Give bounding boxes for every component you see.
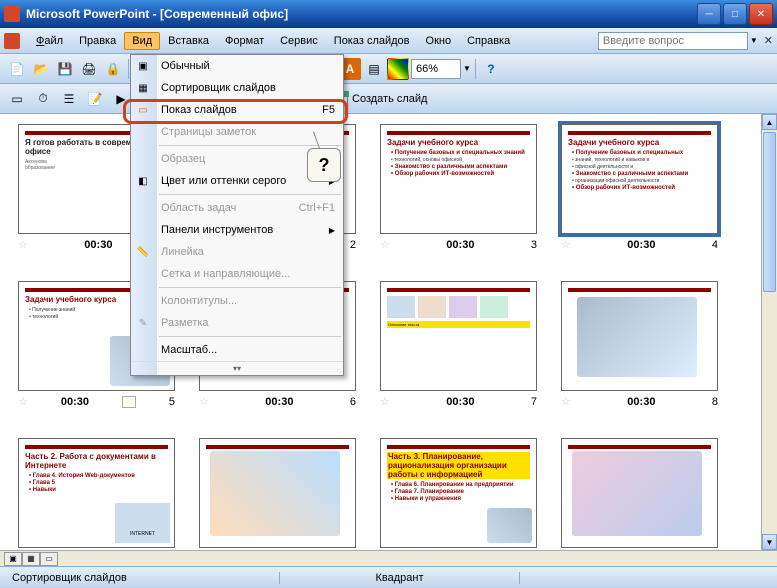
menu-normal-view[interactable]: ▣Обычный (131, 55, 343, 77)
normal-view-button[interactable]: ▣ (4, 552, 22, 566)
slide-thumb[interactable] (561, 438, 718, 548)
star-icon: ☆ (561, 238, 571, 251)
maximize-button[interactable]: □ (723, 3, 747, 25)
zoom-dropdown-icon[interactable]: ▼ (463, 64, 471, 73)
menu-grid[interactable]: Сетка и направляющие... (131, 263, 343, 285)
new-icon[interactable]: 📄 (6, 58, 28, 80)
menu-tools[interactable]: Сервис (272, 32, 326, 50)
color-icon: ◧ (135, 173, 151, 189)
star-icon: ☆ (380, 238, 390, 251)
notes-icon[interactable]: 📝 (84, 88, 106, 110)
menu-slide-sorter[interactable]: ▦Сортировщик слайдов (131, 77, 343, 99)
window-title: Microsoft PowerPoint - [Современный офис… (26, 7, 697, 21)
slide-thumb[interactable] (199, 438, 356, 548)
design-icon[interactable]: ▤ (363, 58, 385, 80)
help-icon[interactable]: ? (480, 58, 502, 80)
normal-view-icon: ▣ (135, 58, 151, 74)
menu-toolbars[interactable]: Панели инструментов▶ (131, 219, 343, 241)
menu-view[interactable]: Вид (124, 32, 160, 50)
menu-format[interactable]: Формат (217, 32, 272, 50)
star-icon: ☆ (380, 395, 390, 408)
star-icon: ☆ (18, 395, 28, 408)
ask-question-input[interactable] (598, 32, 748, 50)
color-icon[interactable] (387, 58, 409, 80)
slideshow-view-button[interactable]: ▭ (40, 552, 58, 566)
close-button[interactable]: ✕ (749, 3, 773, 25)
scroll-thumb[interactable] (763, 132, 776, 292)
minimize-button[interactable]: ─ (697, 3, 721, 25)
standard-toolbar: 📄 📂 💾 🖨 🔒 ✂ 📋 📄 🖌 ↶ ↷ 📊 ▦ A ▤ 66% ▼ ? (0, 54, 777, 84)
statusbar: Сортировщик слайдов Квадрант (0, 566, 777, 588)
annotation-callout: ? (307, 148, 341, 182)
menu-notes-pages[interactable]: Страницы заметок (131, 121, 343, 143)
doc-close-button[interactable]: ✕ (764, 34, 773, 47)
menu-window[interactable]: Окно (418, 32, 460, 50)
slide-sorter-pane[interactable]: Я готов работать в современном офисеАксе… (0, 114, 761, 550)
scroll-up-icon[interactable]: ▲ (762, 114, 777, 130)
transition-icon[interactable]: ▶ (110, 88, 132, 110)
slideshow-icon: ▭ (135, 102, 151, 118)
app-icon (4, 6, 20, 22)
document-icon[interactable] (4, 33, 20, 49)
menu-headers[interactable]: Колонтитулы... (131, 290, 343, 312)
sorter-view-button[interactable]: ▦ (22, 552, 40, 566)
animation-icon (122, 396, 136, 408)
slide-thumb[interactable]: Задачи учебного курсаПолучение базовых и… (561, 124, 718, 251)
menu-markup[interactable]: ✎Разметка (131, 312, 343, 334)
open-icon[interactable]: 📂 (30, 58, 52, 80)
print-icon[interactable]: 🖨 (78, 58, 100, 80)
menu-slideshow[interactable]: Показ слайдов (326, 32, 418, 50)
vertical-scrollbar[interactable]: ▲ ▼ (761, 114, 777, 550)
status-view: Сортировщик слайдов (0, 572, 280, 584)
star-icon: ☆ (199, 395, 209, 408)
rehearse-icon[interactable]: ⏱ (32, 88, 54, 110)
menu-file[interactable]: Файл (28, 32, 71, 50)
menubar: Файл Правка Вид Вставка Формат Сервис По… (0, 28, 777, 54)
markup-icon: ✎ (135, 315, 151, 331)
scroll-down-icon[interactable]: ▼ (762, 534, 777, 550)
dropdown-arrow-icon[interactable]: ▼ (750, 36, 758, 45)
star-icon: ☆ (18, 238, 28, 251)
menu-expand-icon[interactable]: ▾▾ (131, 361, 343, 375)
zoom-combo[interactable]: 66% (411, 59, 461, 79)
slide-sorter-toolbar: ▭ ⏱ ☰ 📝 ▶ 🎨 Создать слайд (0, 84, 777, 114)
menu-ruler[interactable]: 📏Линейка (131, 241, 343, 263)
menu-slideshow[interactable]: ▭Показ слайдовF5 (131, 99, 343, 121)
view-buttons-bar: ▣ ▦ ▭ (0, 550, 777, 566)
hide-slide-icon[interactable]: ▭ (6, 88, 28, 110)
slide-thumb[interactable]: Описание текста ☆00:307 (380, 281, 537, 408)
ruler-icon: 📏 (135, 244, 151, 260)
slide-thumb[interactable]: ☆00:308 (561, 281, 718, 408)
menu-edit[interactable]: Правка (71, 32, 124, 50)
menu-help[interactable]: Справка (459, 32, 518, 50)
status-design: Квадрант (280, 572, 520, 584)
star-icon: ☆ (561, 395, 571, 408)
view-menu-dropdown: ▣Обычный ▦Сортировщик слайдов ▭Показ сла… (130, 54, 344, 376)
slide-thumb[interactable]: Часть 3. Планирование, рационализация ор… (380, 438, 537, 548)
menu-taskpane[interactable]: Область задачCtrl+F1 (131, 197, 343, 219)
menu-insert[interactable]: Вставка (160, 32, 217, 50)
permission-icon[interactable]: 🔒 (102, 58, 124, 80)
slide-thumb[interactable]: Задачи учебного курсаПолучение базовых и… (380, 124, 537, 251)
titlebar: Microsoft PowerPoint - [Современный офис… (0, 0, 777, 28)
menu-zoom[interactable]: Масштаб... (131, 339, 343, 361)
save-icon[interactable]: 💾 (54, 58, 76, 80)
summary-icon[interactable]: ☰ (58, 88, 80, 110)
slide-thumb[interactable]: Часть 2. Работа с документами в Интернет… (18, 438, 175, 548)
sorter-icon: ▦ (135, 80, 151, 96)
